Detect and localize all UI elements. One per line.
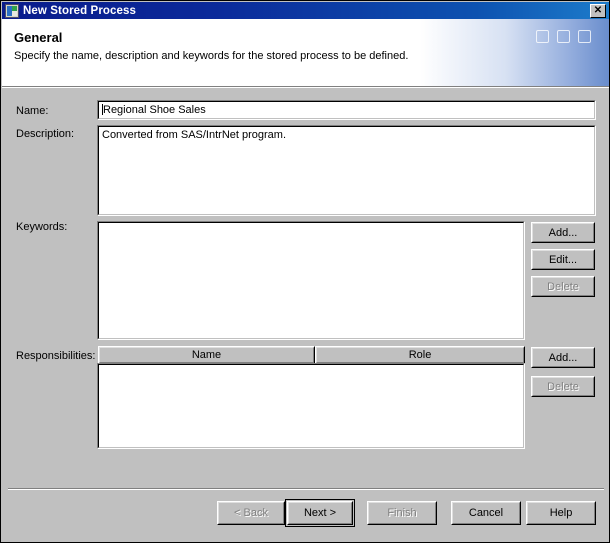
help-button[interactable]: Help	[526, 501, 596, 525]
next-button-label: Next >	[288, 502, 352, 524]
name-input[interactable]: Regional Shoe Sales	[97, 100, 596, 120]
keywords-label: Keywords:	[16, 221, 68, 233]
description-label: Description:	[16, 128, 75, 140]
responsibilities-label: Responsibilities:	[16, 350, 96, 362]
name-input-value: Regional Shoe Sales	[102, 104, 206, 116]
next-button[interactable]: Next >	[285, 499, 355, 527]
keywords-list[interactable]	[97, 221, 525, 340]
help-button-label: Help	[527, 502, 595, 524]
responsibilities-delete-button: Delete	[531, 376, 595, 397]
back-button: < Back	[217, 501, 285, 525]
responsibilities-add-label: Add...	[532, 348, 594, 367]
close-icon[interactable]: ✕	[590, 3, 606, 18]
finish-button-label: Finish	[368, 502, 436, 524]
cancel-button[interactable]: Cancel	[451, 501, 521, 525]
keywords-edit-label: Edit...	[532, 250, 594, 269]
responsibilities-column-role[interactable]: Role	[315, 346, 525, 364]
keywords-delete-label: Delete	[532, 277, 594, 296]
cancel-button-label: Cancel	[452, 502, 520, 524]
header-squares-watermark-icon	[536, 30, 591, 43]
name-label: Name:	[16, 105, 49, 117]
responsibilities-column-role-label: Role	[316, 347, 524, 363]
footer-divider	[8, 488, 604, 490]
wizard-header: General Specify the name, description an…	[2, 19, 609, 86]
window-title: New Stored Process	[23, 4, 137, 17]
description-value: Converted from SAS/IntrNet program.	[102, 129, 287, 141]
responsibilities-table-header: Name Role	[98, 346, 525, 364]
close-glyph: ✕	[593, 4, 603, 16]
keywords-edit-button[interactable]: Edit...	[531, 249, 595, 270]
responsibilities-add-button[interactable]: Add...	[531, 347, 595, 368]
back-button-label: < Back	[218, 502, 284, 524]
responsibilities-delete-label: Delete	[532, 377, 594, 396]
description-textarea[interactable]: Converted from SAS/IntrNet program.	[97, 125, 596, 216]
dialog-body: Name: Regional Shoe Sales Description: C…	[2, 88, 609, 542]
responsibilities-column-name-label: Name	[99, 347, 314, 363]
next-button-face: Next >	[287, 501, 353, 525]
finish-button: Finish	[367, 501, 437, 525]
responsibilities-table-body[interactable]	[97, 363, 525, 449]
dialog-window: New Stored Process ✕ General Specify the…	[0, 0, 610, 543]
responsibilities-column-name[interactable]: Name	[98, 346, 315, 364]
keywords-add-button[interactable]: Add...	[531, 222, 595, 243]
page-title: General	[14, 30, 63, 45]
stored-process-icon	[5, 3, 19, 18]
keywords-add-label: Add...	[532, 223, 594, 242]
title-bar[interactable]: New Stored Process ✕	[2, 2, 609, 19]
page-subtitle: Specify the name, description and keywor…	[14, 50, 409, 62]
keywords-delete-button: Delete	[531, 276, 595, 297]
